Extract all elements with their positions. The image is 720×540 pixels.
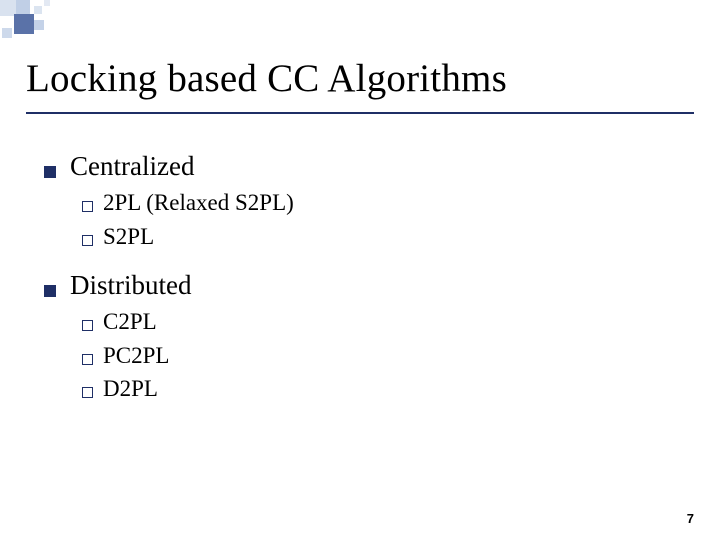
hollow-square-bullet-icon bbox=[82, 387, 93, 398]
corner-decoration bbox=[0, 0, 120, 40]
hollow-square-bullet-icon bbox=[82, 320, 93, 331]
list-item: D2PL bbox=[82, 373, 680, 405]
hollow-square-bullet-icon bbox=[82, 201, 93, 212]
hollow-square-bullet-icon bbox=[82, 235, 93, 246]
section-label: Distributed bbox=[70, 267, 192, 304]
square-bullet-icon bbox=[44, 285, 56, 297]
title-underline bbox=[26, 112, 694, 114]
item-text: C2PL bbox=[103, 306, 157, 338]
list-item: PC2PL bbox=[82, 340, 680, 372]
list-item: 2PL (Relaxed S2PL) bbox=[82, 187, 680, 219]
item-text: PC2PL bbox=[103, 340, 169, 372]
list-item: C2PL bbox=[82, 306, 680, 338]
item-text: S2PL bbox=[103, 221, 154, 253]
square-bullet-icon bbox=[44, 166, 56, 178]
list-item: S2PL bbox=[82, 221, 680, 253]
list-item: Centralized bbox=[44, 148, 680, 185]
hollow-square-bullet-icon bbox=[82, 354, 93, 365]
list-item: Distributed bbox=[44, 267, 680, 304]
slide: Locking based CC Algorithms Centralized … bbox=[0, 0, 720, 540]
item-text: 2PL (Relaxed S2PL) bbox=[103, 187, 294, 219]
item-text: D2PL bbox=[103, 373, 158, 405]
slide-title: Locking based CC Algorithms bbox=[26, 56, 694, 101]
section-label: Centralized bbox=[70, 148, 194, 185]
slide-content: Centralized 2PL (Relaxed S2PL) S2PL Dist… bbox=[44, 140, 680, 405]
page-number: 7 bbox=[687, 511, 694, 526]
